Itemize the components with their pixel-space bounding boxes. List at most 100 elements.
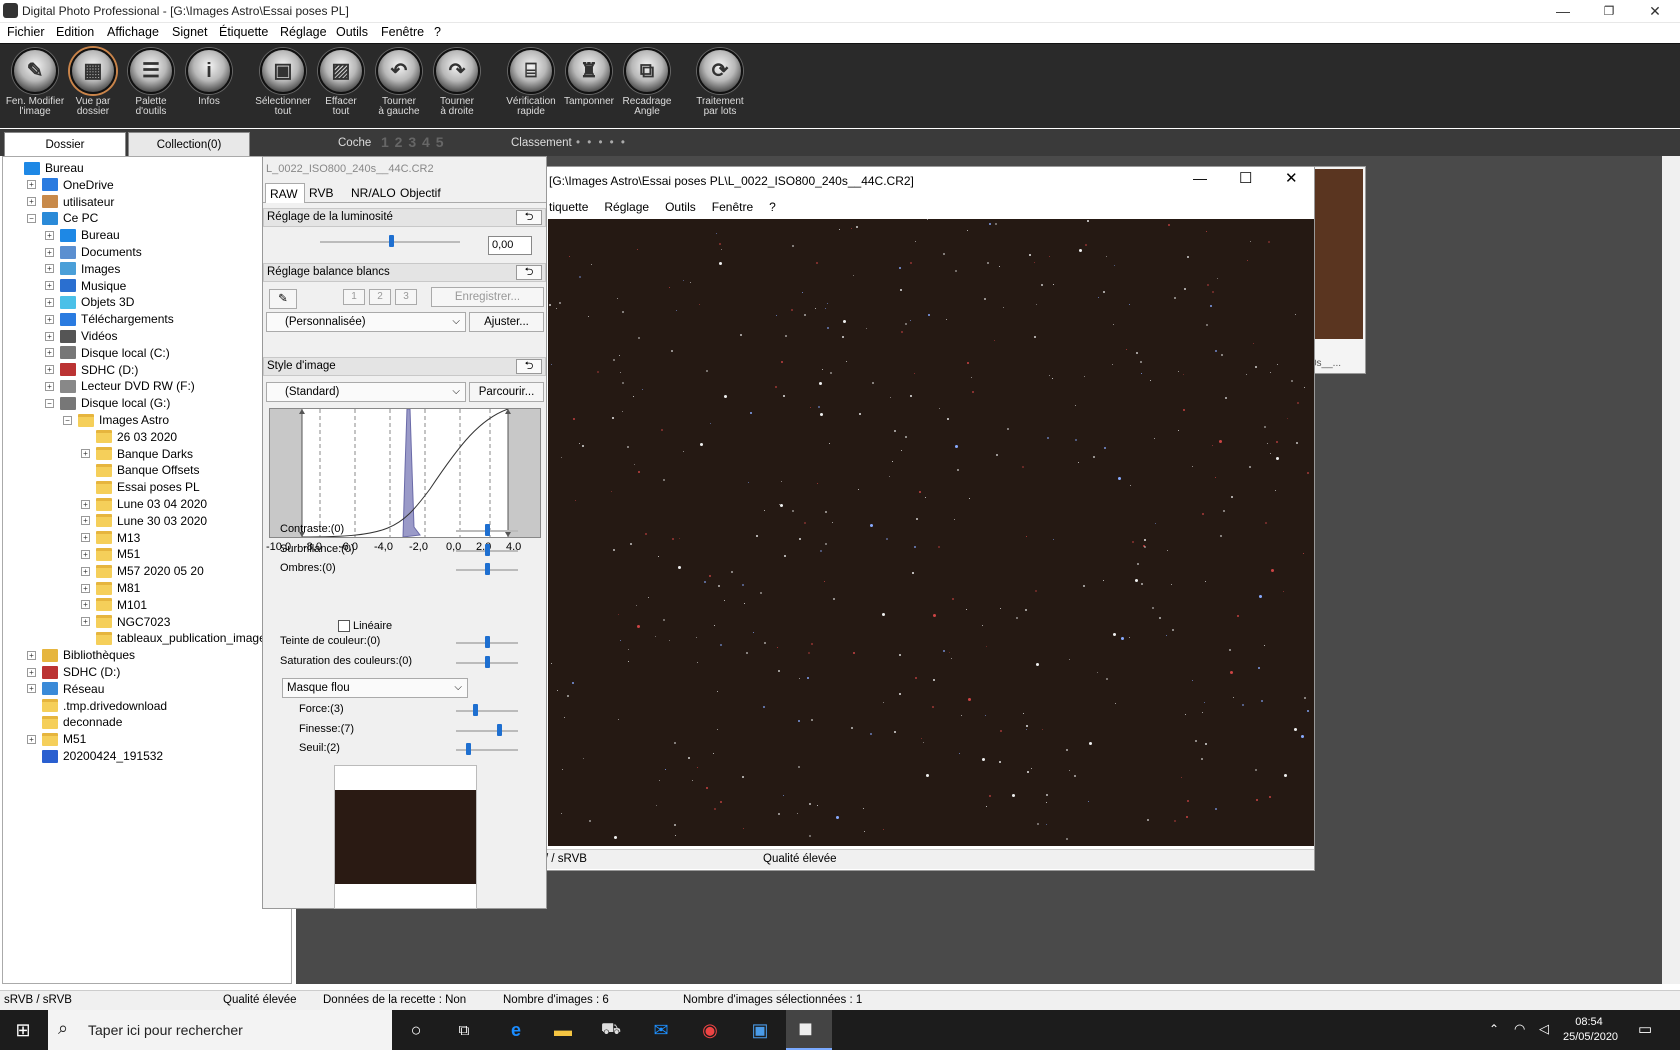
tree-item[interactable]: + Musique <box>45 277 126 295</box>
menu-signet[interactable]: Signet <box>172 25 207 39</box>
expand-icon[interactable]: + <box>45 281 54 291</box>
tree-item[interactable]: + M81 <box>81 579 140 597</box>
expand-icon[interactable]: + <box>27 684 36 694</box>
tree-item[interactable]: + Lecteur DVD RW (F:) <box>45 377 195 395</box>
image-maximize-button[interactable]: ☐ <box>1239 169 1252 187</box>
tree-item[interactable]: tableaux_publication_image <box>81 629 266 647</box>
tree-item[interactable]: + Banque Darks <box>81 445 193 463</box>
navigator-preview[interactable] <box>335 790 476 884</box>
tree-item[interactable]: + Objets 3D <box>45 293 134 311</box>
menu-edition[interactable]: Edition <box>56 25 94 39</box>
eyedropper-button[interactable]: ✎ <box>269 289 297 309</box>
dpp-taskbar-button[interactable]: ◼ <box>786 1010 832 1050</box>
image-minimize-button[interactable]: — <box>1193 170 1207 186</box>
tree-item[interactable]: + utilisateur <box>27 193 114 211</box>
minimize-button[interactable]: — <box>1540 0 1586 23</box>
edge-icon[interactable]: e <box>503 1018 529 1042</box>
expand-icon[interactable]: + <box>45 381 54 391</box>
rotate-left-button[interactable]: ↶ Tourner à gauche <box>369 48 429 117</box>
expand-icon[interactable]: + <box>45 348 54 358</box>
wb-slot-2[interactable]: 2 <box>369 289 391 305</box>
close-button[interactable]: ✕ <box>1632 0 1678 23</box>
slider-thumb[interactable] <box>485 636 490 648</box>
tree-item[interactable]: − Images Astro <box>63 411 169 429</box>
menu-outils[interactable]: Outils <box>336 25 368 39</box>
rating-stars[interactable]: • • • • • <box>576 137 627 149</box>
taskbar-search[interactable]: ⌕ Taper ici pour rechercher <box>48 1010 392 1050</box>
tab-dossier[interactable]: Dossier <box>4 132 126 156</box>
imgmenu-etiquette[interactable]: tiquette <box>549 200 588 214</box>
imgmenu-reglage[interactable]: Réglage <box>604 200 649 214</box>
tree-item[interactable]: 20200424_191532 <box>27 747 163 765</box>
expand-icon[interactable]: + <box>45 247 54 257</box>
windows-start-icon[interactable]: ⊞ <box>10 1018 36 1042</box>
linear-checkbox[interactable] <box>338 620 350 632</box>
chrome-icon[interactable]: ◉ <box>697 1018 723 1042</box>
tree-item[interactable]: 26 03 2020 <box>81 428 177 446</box>
wb-mode-select[interactable]: (Personnalisée) ⌵ <box>266 312 466 332</box>
expand-icon[interactable]: + <box>81 449 90 459</box>
histogram[interactable] <box>269 408 541 538</box>
tab-collection[interactable]: Collection(0) <box>128 132 250 156</box>
maximize-button[interactable]: ❐ <box>1586 0 1632 23</box>
tree-item[interactable]: + Bibliothèques <box>27 646 135 664</box>
task-view-icon[interactable]: ⧉ <box>451 1018 477 1042</box>
expand-icon[interactable]: + <box>81 566 90 576</box>
expand-icon[interactable]: + <box>81 617 90 627</box>
wb-adjust-button[interactable]: Ajuster... <box>469 312 544 332</box>
photos-icon[interactable]: ▣ <box>747 1018 773 1042</box>
stamp-button[interactable]: ♜ Tamponner <box>559 48 619 107</box>
tree-item[interactable]: + SDHC (D:) <box>27 663 120 681</box>
expand-icon[interactable]: + <box>81 533 90 543</box>
tree-item[interactable]: + M101 <box>81 596 147 614</box>
menu-affichage[interactable]: Affichage <box>107 25 159 39</box>
mail-icon[interactable]: ✉ <box>648 1018 674 1042</box>
tree-item[interactable]: − Ce PC <box>27 209 98 227</box>
thumbnail-image[interactable] <box>1307 169 1363 339</box>
tree-item[interactable]: Essai poses PL <box>81 478 200 496</box>
expand-icon[interactable]: + <box>81 583 90 593</box>
tree-item[interactable]: + Lune 30 03 2020 <box>81 512 207 530</box>
tree-item[interactable]: − Disque local (G:) <box>45 394 170 412</box>
tab-rvb[interactable]: RVB <box>309 186 333 200</box>
astro-image[interactable] <box>548 219 1314 846</box>
menu-reglage[interactable]: Réglage <box>280 25 327 39</box>
navigator-panel[interactable] <box>334 765 477 909</box>
tree-item[interactable]: + OneDrive <box>27 176 114 194</box>
menu-help[interactable]: ? <box>434 25 441 39</box>
file-explorer-icon[interactable]: ▬ <box>550 1018 576 1042</box>
brightness-value[interactable]: 0,00 <box>488 236 532 255</box>
menu-fenetre[interactable]: Fenêtre <box>381 25 424 39</box>
tree-item[interactable]: + M13 <box>81 529 140 547</box>
store-icon[interactable]: ⛟ <box>598 1018 624 1042</box>
brightness-slider[interactable] <box>389 235 394 247</box>
tab-nr-alo[interactable]: NR/ALO <box>351 186 396 200</box>
style-browse-button[interactable]: Parcourir... <box>469 382 544 402</box>
edit-image-button[interactable]: ✎ Fen. Modifier l'image <box>5 48 65 117</box>
expand-icon[interactable]: + <box>27 197 36 207</box>
imgmenu-help[interactable]: ? <box>769 200 776 214</box>
folder-tree[interactable]: Bureau + OneDrive + utilisateur − Ce PC + Bureau… <box>2 156 292 984</box>
wifi-icon[interactable]: ◠ <box>1514 1021 1525 1037</box>
tab-raw[interactable]: RAW <box>265 183 305 203</box>
tree-item[interactable]: Bureau <box>9 159 84 177</box>
expand-icon[interactable]: + <box>45 230 54 240</box>
slider-thumb[interactable] <box>485 543 490 556</box>
slider-thumb[interactable] <box>485 655 490 668</box>
rotate-right-button[interactable]: ↷ Tourner à droite <box>427 48 487 117</box>
tree-item[interactable]: + Réseau <box>27 680 104 698</box>
expand-icon[interactable]: + <box>27 667 36 677</box>
tree-item[interactable]: Banque Offsets <box>81 461 200 479</box>
slider-thumb[interactable] <box>485 524 490 536</box>
tree-item[interactable]: deconnade <box>27 713 122 731</box>
check-marks[interactable]: 1 2 3 4 5 <box>381 134 445 150</box>
imgmenu-fenetre[interactable]: Fenêtre <box>712 200 753 214</box>
tree-item[interactable]: .tmp.drivedownload <box>27 697 167 715</box>
expand-icon[interactable]: + <box>45 297 54 307</box>
wb-slot-1[interactable]: 1 <box>343 289 365 305</box>
select-all-button[interactable]: ▣ Sélectionner tout <box>253 48 313 117</box>
tree-item[interactable]: + Téléchargements <box>45 310 174 328</box>
expand-icon[interactable]: + <box>81 549 90 559</box>
tree-item[interactable]: + Lune 03 04 2020 <box>81 495 207 513</box>
collapse-icon[interactable]: − <box>63 415 72 425</box>
